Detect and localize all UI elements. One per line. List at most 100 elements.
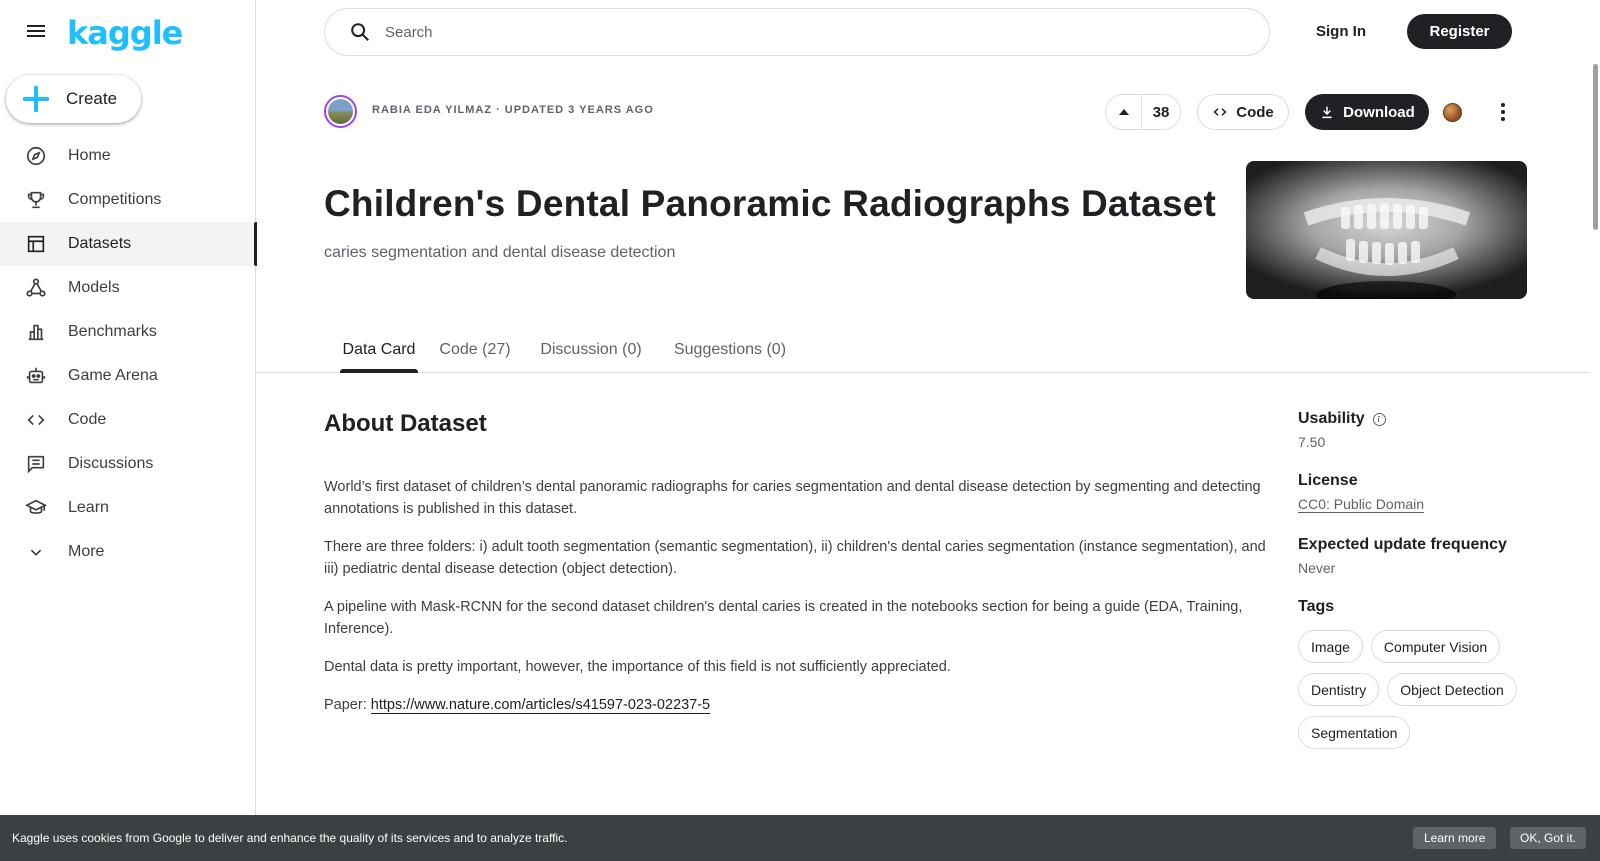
page-subtitle: caries segmentation and dental disease d… [324,244,676,261]
page-title: Children's Dental Panoramic Radiographs … [324,183,1217,224]
sidebar-item-label: Code [68,411,107,428]
author-name[interactable]: RABIA EDA YILMAZ [372,104,492,116]
update-frequency-block: Expected update frequency Never [1298,536,1558,576]
sidebar-item-models[interactable]: Models [0,266,256,310]
sign-in-button[interactable]: Sign In [1302,14,1380,48]
menu-icon[interactable] [24,22,48,42]
caret-up-icon [1118,109,1129,115]
tag-chip[interactable]: Dentistry [1298,673,1380,706]
sidebar-item-label: Benchmarks [68,323,157,340]
code-icon [24,408,48,432]
school-icon [24,496,48,520]
usability-value: 7.50 [1298,434,1326,450]
code-icon [1213,108,1227,116]
robot-icon [24,364,48,388]
sidebar-item-label: Datasets [68,235,132,252]
bar-chart-icon [24,320,48,344]
search-input[interactable] [385,23,1185,41]
sidebar-item-learn[interactable]: Learn [0,486,256,530]
tag-chip[interactable]: Segmentation [1298,716,1411,749]
sidebar-item-benchmarks[interactable]: Benchmarks [0,310,256,354]
tags-label: Tags [1298,598,1335,615]
tag-chip[interactable]: Object Detection [1387,673,1517,706]
trophy-icon [24,188,48,212]
compass-icon [24,144,48,168]
sidebar-item-label: Game Arena [68,367,158,384]
kaggle-logo[interactable]: kaggle [67,14,183,52]
usability-block: Usability 7.50 [1298,410,1558,450]
download-icon [1322,106,1332,119]
cookie-banner: Kaggle uses cookies from Google to deliv… [0,815,1600,861]
sidebar-item-home[interactable]: Home [0,134,256,178]
about-paragraph: Dental data is pretty important, however… [324,659,951,675]
about-paragraph: World’s first dataset of children’s dent… [324,479,1261,517]
dataset-cover-image [1246,161,1527,299]
about-paragraph: A pipeline with Mask-RCNN for the second… [324,599,1243,637]
info-icon[interactable] [1372,412,1386,426]
plus-icon [22,85,50,113]
download-button[interactable]: Download [1305,94,1429,130]
models-icon [24,276,48,300]
cookie-learn-more-button[interactable]: Learn more [1413,827,1497,849]
chevron-down-icon [24,540,48,564]
update-frequency-value: Never [1298,560,1336,576]
dataset-meta: RABIA EDA YILMAZ · UPDATED 3 YEARS AGO [372,104,654,116]
sidebar-item-game-arena[interactable]: Game Arena [0,354,256,398]
comments-icon [24,452,48,476]
sidebar-item-competitions[interactable]: Competitions [0,178,256,222]
scrollbar-thumb[interactable] [1593,64,1598,230]
sidebar-item-label: Competitions [68,191,162,208]
about-body: World’s first dataset of children’s dent… [324,476,1274,732]
sidebar-item-code[interactable]: Code [0,398,256,442]
code-button[interactable]: Code [1197,94,1289,130]
code-button-label: Code [1236,103,1274,121]
tab-code[interactable]: Code (27) [436,328,514,372]
create-button[interactable]: Create [6,75,141,123]
updated-time: UPDATED 3 YEARS AGO [504,104,654,116]
tag-chip[interactable]: Computer Vision [1370,630,1501,663]
about-paragraph: There are three folders: i) adult tooth … [324,539,1266,577]
dataset-tabs: Data Card Code (27) Discussion (0) Sugge… [256,328,1590,373]
download-button-label: Download [1343,103,1415,121]
sidebar-item-label: Models [68,279,120,296]
sidebar-item-label: Home [68,147,111,164]
sidebar-item-label: Learn [68,499,109,516]
sidebar-item-label: More [68,543,105,560]
sidebar-item-datasets[interactable]: Datasets [0,222,257,266]
meta-separator: · [496,104,501,116]
sidebar-item-label: Discussions [68,455,154,472]
sidebar-nav: Home Competitions Datasets Models Benchm… [0,134,257,574]
bronze-medal-icon[interactable] [1443,103,1462,122]
upvote-widget: 38 [1105,94,1181,130]
tab-data-card[interactable]: Data Card [340,328,418,373]
paper-link[interactable]: https://www.nature.com/articles/s41597-0… [370,697,711,714]
page-scrollbar[interactable] [1590,0,1600,815]
dataset-sidebar: Usability 7.50 License CC0: Public Domai… [1298,410,1558,771]
usability-label: Usability [1298,410,1365,427]
tab-suggestions[interactable]: Suggestions (0) [668,328,792,372]
tag-chip[interactable]: Image [1298,630,1363,663]
tab-discussion[interactable]: Discussion (0) [535,328,647,372]
avatar-image [328,99,353,124]
register-button[interactable]: Register [1407,14,1512,49]
search-bar[interactable] [324,8,1270,56]
about-heading: About Dataset [324,410,487,437]
tags-list: Image Computer Vision Dentistry Object D… [1298,630,1528,749]
license-label: License [1298,472,1358,489]
license-link[interactable]: CC0: Public Domain [1298,496,1425,513]
paper-line: Paper: https://www.nature.com/articles/s… [324,694,1274,716]
sidebar-header: kaggle [0,0,256,64]
sidebar-item-more[interactable]: More [0,530,256,574]
table-icon [24,232,48,256]
author-avatar[interactable] [324,95,357,128]
search-icon [351,23,369,41]
sidebar-item-discussions[interactable]: Discussions [0,442,256,486]
paper-label: Paper: [324,697,367,713]
upvote-button[interactable] [1106,95,1142,129]
more-options-icon[interactable] [1491,98,1515,126]
license-block: License CC0: Public Domain [1298,472,1558,514]
cookie-text: Kaggle uses cookies from Google to deliv… [12,831,568,845]
sidebar: kaggle Create Home Competitions Datasets [0,0,257,861]
cookie-ok-button[interactable]: OK, Got it. [1510,827,1587,849]
tags-block: Tags Image Computer Vision Dentistry Obj… [1298,598,1558,749]
